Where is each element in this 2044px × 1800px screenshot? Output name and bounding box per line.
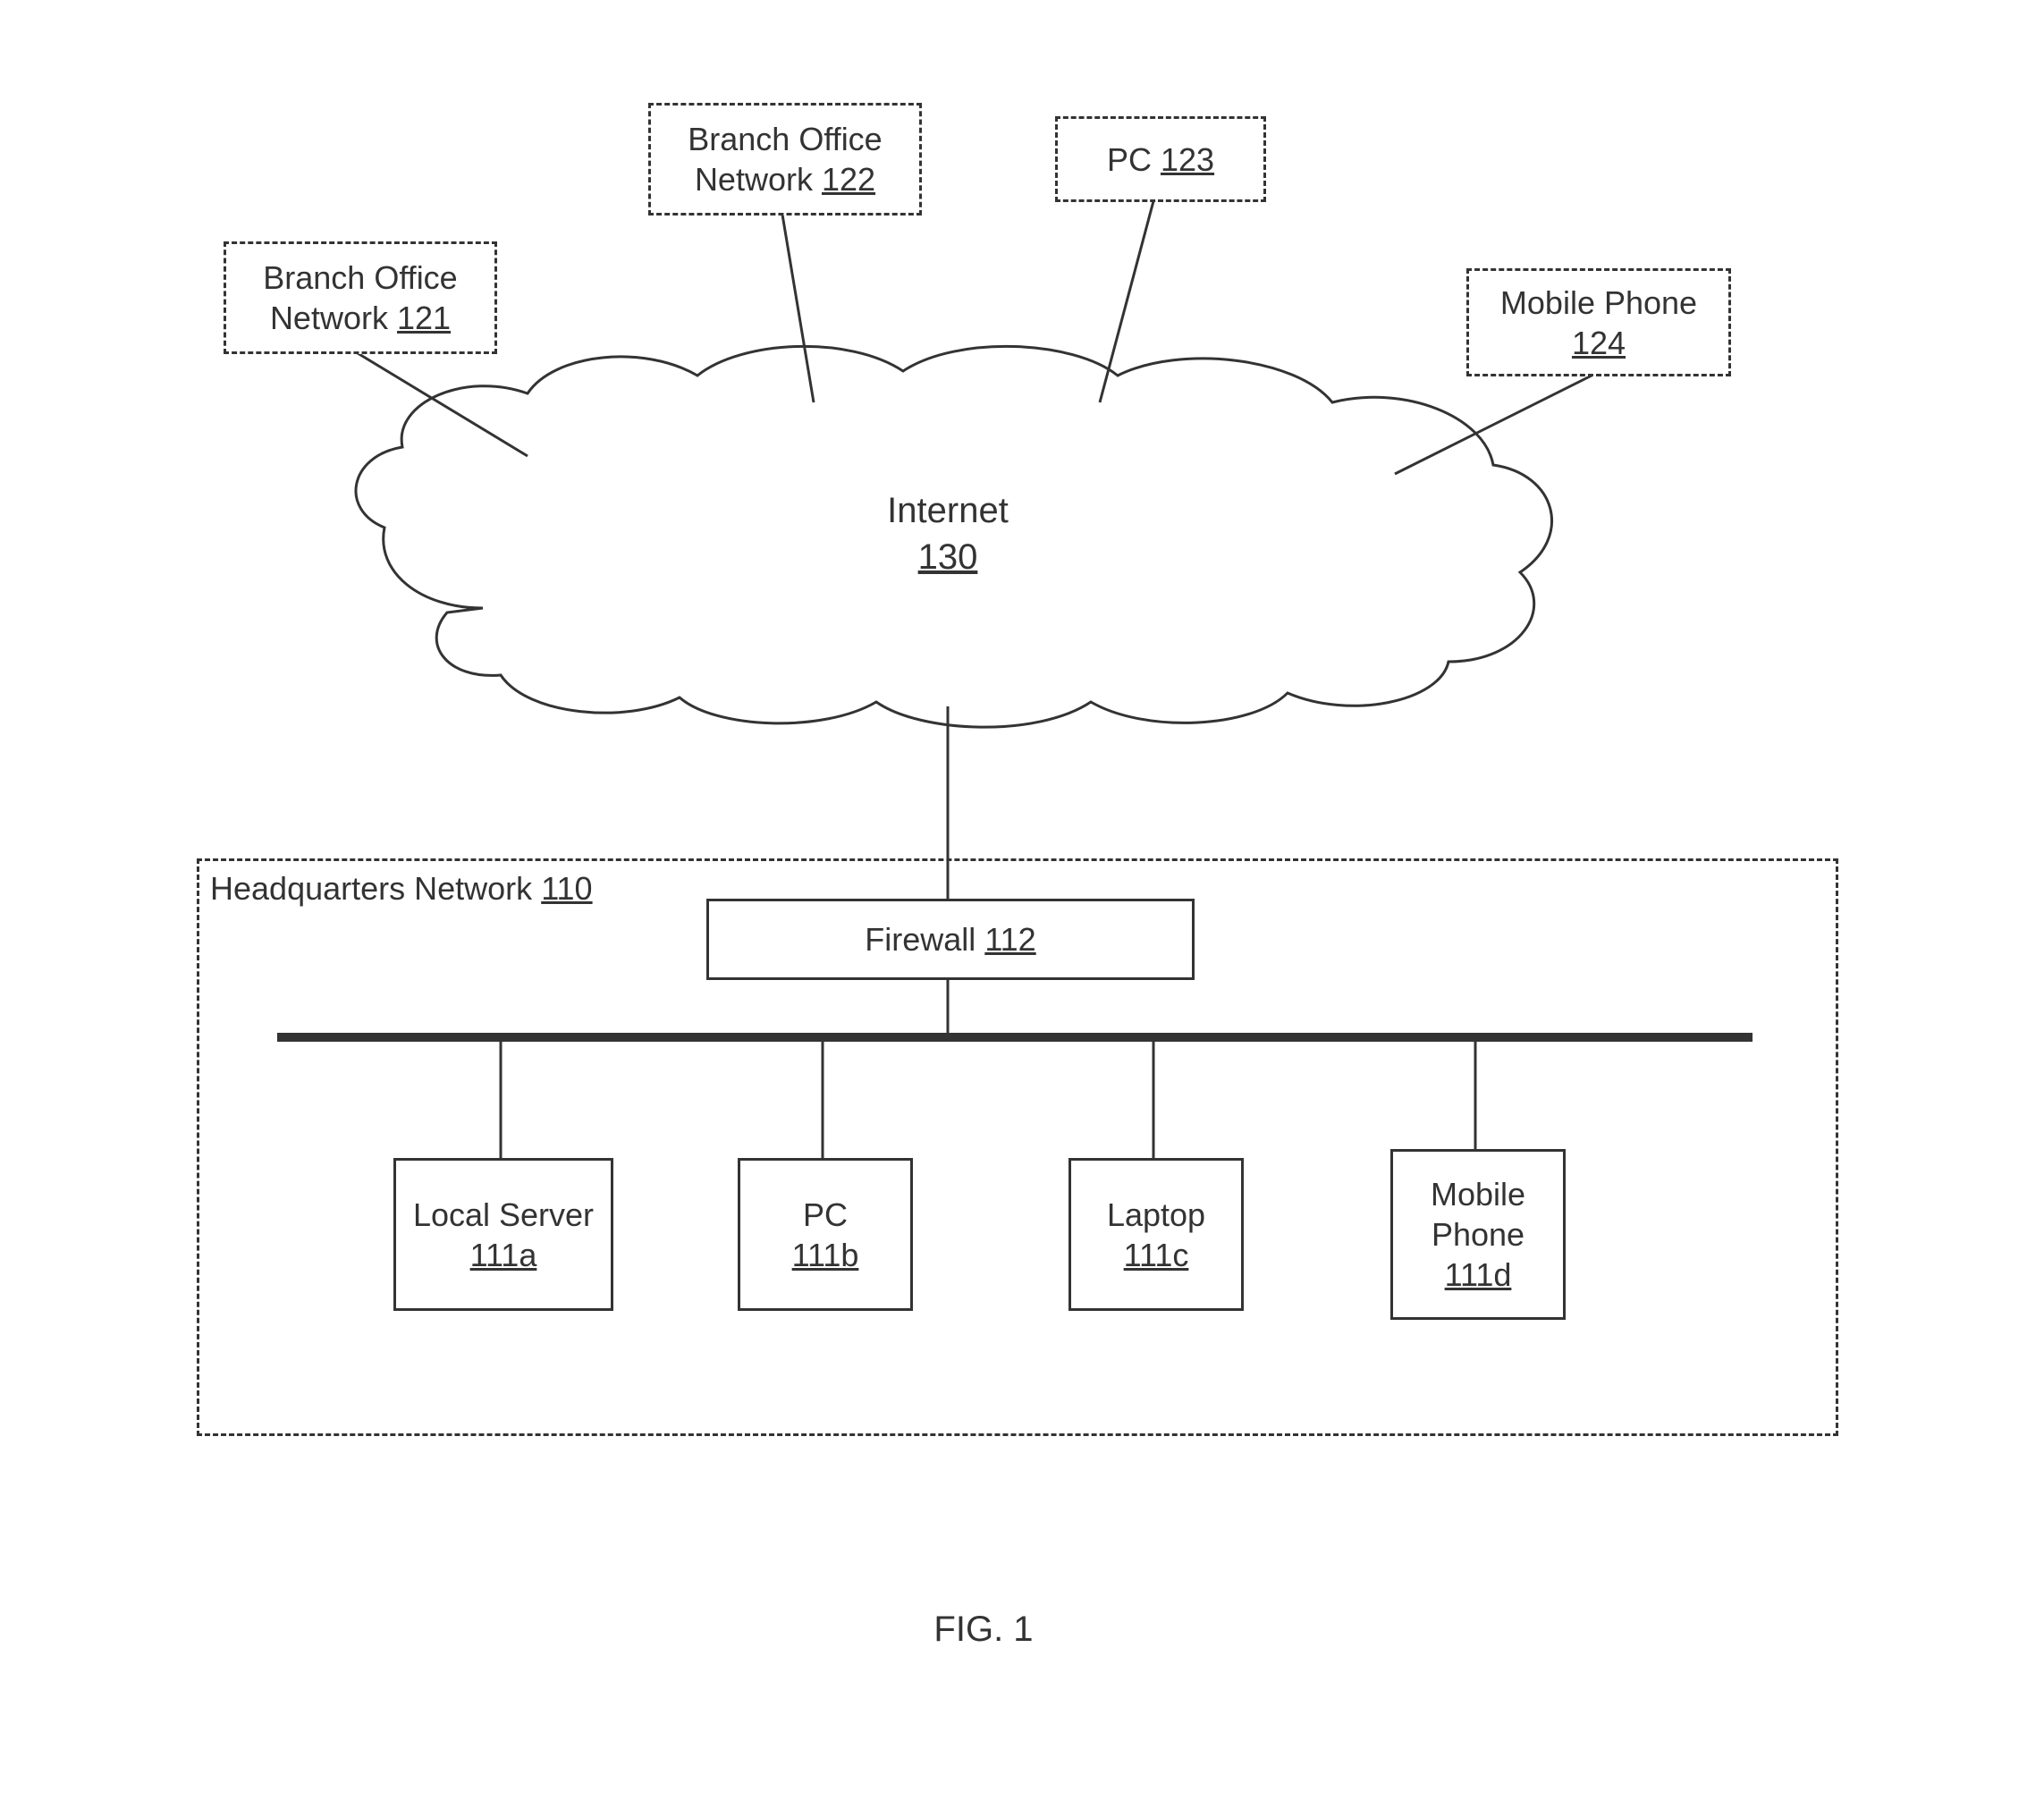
node-label: Mobile Phone 124 xyxy=(1500,283,1697,363)
node-label: Mobile Phone 111d xyxy=(1393,1174,1563,1295)
node-hq-laptop: Laptop 111c xyxy=(1068,1158,1244,1311)
node-branch-office-2: Branch Office Network 122 xyxy=(648,103,922,215)
line-branch1-to-cloud xyxy=(358,353,528,456)
node-label: PC 123 xyxy=(1107,139,1214,180)
node-hq-pc: PC 111b xyxy=(738,1158,913,1311)
node-local-server: Local Server 111a xyxy=(393,1158,613,1311)
node-label: Laptop 111c xyxy=(1107,1195,1205,1275)
node-label: Local Server 111a xyxy=(413,1195,594,1275)
node-label: Branch Office Network 122 xyxy=(651,119,919,199)
node-label: PC 111b xyxy=(792,1195,859,1275)
line-mobile-to-cloud xyxy=(1395,376,1592,474)
line-pc-to-cloud xyxy=(1100,201,1153,402)
container-headquarters-label: Headquarters Network 110 xyxy=(210,869,593,908)
node-pc-external: PC 123 xyxy=(1055,116,1266,202)
figure-caption: FIG. 1 xyxy=(894,1610,1073,1650)
node-branch-office-1: Branch Office Network 121 xyxy=(224,241,497,354)
node-label: Branch Office Network 121 xyxy=(226,258,494,338)
node-mobile-external: Mobile Phone 124 xyxy=(1466,268,1731,376)
cloud-label: Internet 130 xyxy=(858,487,1037,580)
node-firewall: Firewall 112 xyxy=(706,899,1195,980)
node-label: Firewall 112 xyxy=(865,919,1035,959)
diagram-stage: Branch Office Network 121 Branch Office … xyxy=(0,0,2044,1800)
node-hq-mobile: Mobile Phone 111d xyxy=(1390,1149,1566,1320)
line-branch2-to-cloud xyxy=(782,215,814,402)
